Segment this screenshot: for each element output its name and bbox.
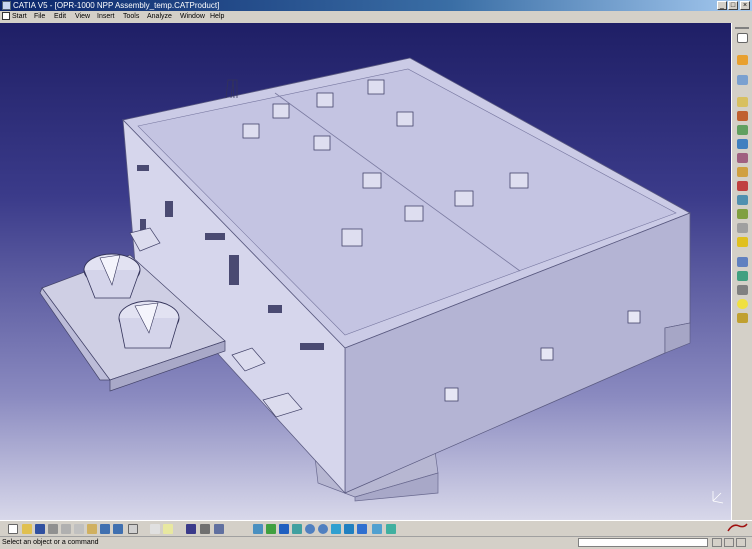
hide-show-icon[interactable] bbox=[372, 524, 382, 534]
fit-all-icon[interactable] bbox=[266, 524, 276, 534]
new-icon[interactable] bbox=[8, 524, 18, 534]
select-icon[interactable] bbox=[737, 33, 748, 43]
explode-icon[interactable] bbox=[737, 167, 748, 177]
fix-icon[interactable] bbox=[737, 111, 748, 121]
close-button[interactable]: × bbox=[740, 1, 750, 10]
zoom-out-icon[interactable] bbox=[318, 524, 328, 534]
catalog-icon[interactable] bbox=[737, 237, 748, 247]
start-icon bbox=[2, 12, 10, 21]
3d-viewport[interactable] bbox=[0, 23, 731, 520]
annotation-icon[interactable] bbox=[737, 55, 748, 65]
copy-icon[interactable] bbox=[74, 524, 84, 534]
assembly-render bbox=[39, 57, 724, 504]
lamp-icon[interactable] bbox=[737, 299, 748, 309]
comment-icon[interactable] bbox=[163, 524, 173, 534]
minimize-button[interactable]: _ bbox=[717, 1, 727, 10]
zoom-in-icon[interactable] bbox=[305, 524, 315, 534]
menu-start[interactable]: Start bbox=[2, 11, 27, 23]
menu-edit[interactable]: Edit bbox=[54, 11, 66, 23]
roof-stack bbox=[225, 79, 238, 99]
scene-icon[interactable] bbox=[737, 257, 748, 267]
move-icon[interactable] bbox=[737, 139, 748, 149]
shading-icon[interactable] bbox=[357, 524, 367, 534]
render-icon[interactable] bbox=[737, 313, 748, 323]
maximize-button[interactable]: □ bbox=[728, 1, 738, 10]
material-icon[interactable] bbox=[200, 524, 210, 534]
menu-file[interactable]: File bbox=[34, 11, 45, 23]
right-toolbar bbox=[731, 23, 752, 520]
insert-component-icon[interactable] bbox=[737, 97, 748, 107]
catalog-browser-icon[interactable] bbox=[186, 524, 196, 534]
constraint-icon[interactable] bbox=[737, 125, 748, 135]
bottom-toolbar bbox=[0, 520, 752, 536]
window-title: CATIA V5 - [OPR-1000 NPP Assembly_temp.C… bbox=[13, 1, 220, 10]
measure-icon[interactable] bbox=[737, 223, 748, 233]
redo-icon[interactable] bbox=[113, 524, 123, 534]
toolbar-grip bbox=[735, 27, 749, 29]
rotate-icon[interactable] bbox=[292, 524, 302, 534]
menu-start-label: Start bbox=[11, 13, 27, 20]
status-button-1[interactable] bbox=[712, 538, 722, 547]
pan-icon[interactable] bbox=[279, 524, 289, 534]
publish-icon[interactable] bbox=[737, 271, 748, 281]
iso-view-icon[interactable] bbox=[344, 524, 354, 534]
distance-icon[interactable] bbox=[737, 209, 748, 219]
menu-view[interactable]: View bbox=[75, 11, 90, 23]
status-message: Select an object or a command bbox=[2, 539, 99, 546]
print-icon[interactable] bbox=[48, 524, 58, 534]
save-icon[interactable] bbox=[35, 524, 45, 534]
catia-logo bbox=[727, 523, 748, 532]
open-icon[interactable] bbox=[22, 524, 32, 534]
title-bar: CATIA V5 - [OPR-1000 NPP Assembly_temp.C… bbox=[0, 0, 752, 11]
menu-analyze[interactable]: Analyze bbox=[147, 11, 172, 23]
status-button-3[interactable] bbox=[736, 538, 746, 547]
catia-app-icon[interactable] bbox=[2, 1, 11, 10]
clash-icon[interactable] bbox=[737, 181, 748, 191]
undo-icon[interactable] bbox=[100, 524, 110, 534]
menu-tools[interactable]: Tools bbox=[123, 11, 139, 23]
swap-space-icon[interactable] bbox=[386, 524, 396, 534]
compass-icon[interactable] bbox=[712, 491, 724, 504]
snap-icon[interactable] bbox=[737, 153, 748, 163]
cut-icon[interactable] bbox=[61, 524, 71, 534]
help-icon[interactable] bbox=[128, 524, 138, 534]
formula-icon[interactable] bbox=[150, 524, 160, 534]
menu-help[interactable]: Help bbox=[210, 11, 224, 23]
fly-mode-icon[interactable] bbox=[253, 524, 263, 534]
command-input[interactable] bbox=[578, 538, 708, 547]
paste-icon[interactable] bbox=[87, 524, 97, 534]
status-button-2[interactable] bbox=[724, 538, 734, 547]
normal-view-icon[interactable] bbox=[331, 524, 341, 534]
bom-icon[interactable] bbox=[737, 285, 748, 295]
apply-material-icon[interactable] bbox=[214, 524, 224, 534]
status-bar: Select an object or a command bbox=[0, 536, 752, 549]
menu-window[interactable]: Window bbox=[180, 11, 205, 23]
menu-insert[interactable]: Insert bbox=[97, 11, 115, 23]
section-icon[interactable] bbox=[737, 195, 748, 205]
product-icon[interactable] bbox=[737, 75, 748, 85]
